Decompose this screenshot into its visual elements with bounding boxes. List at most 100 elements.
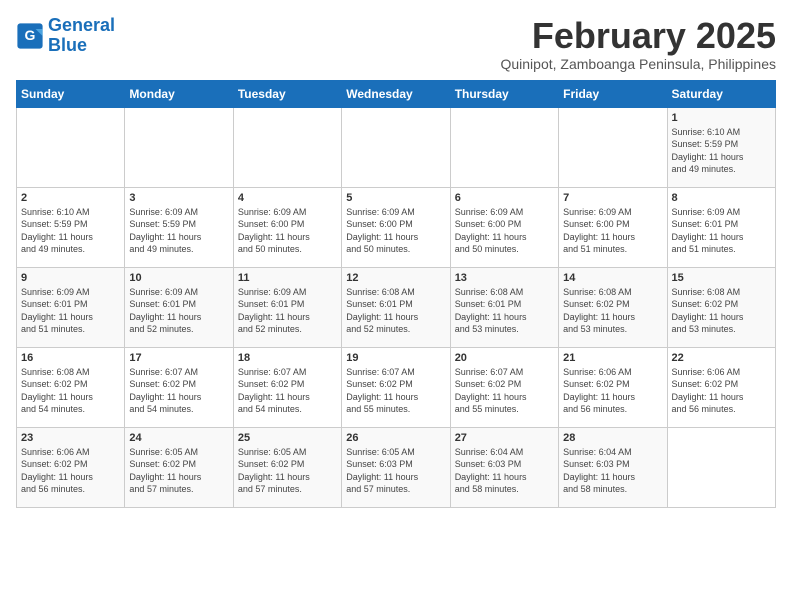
title-block: February 2025 Quinipot, Zamboanga Penins… (500, 16, 776, 72)
day-number: 19 (346, 352, 445, 364)
calendar-cell: 14 Sunrise: 6:08 AM Sunset: 6:02 PM Dayli… (559, 267, 667, 347)
calendar-cell: 20 Sunrise: 6:07 AM Sunset: 6:02 PM Dayli… (450, 347, 558, 427)
day-info: Sunrise: 6:09 AM Sunset: 6:01 PM Dayligh… (21, 286, 120, 336)
day-number: 6 (455, 192, 554, 204)
calendar-cell: 18Sunrise: 6:07 AM Sunset: 6:02 PM Dayli… (233, 347, 341, 427)
calendar-cell (559, 107, 667, 187)
logo: G General Blue (16, 16, 115, 56)
weekday-header: Monday (125, 80, 233, 107)
weekday-header: Saturday (667, 80, 775, 107)
calendar-cell: 17Sunrise: 6:07 AM Sunset: 6:02 PM Dayli… (125, 347, 233, 427)
day-number: 8 (672, 192, 771, 204)
calendar-cell: 6 Sunrise: 6:09 AM Sunset: 6:00 PM Daylig… (450, 187, 558, 267)
day-number: 22 (672, 352, 771, 364)
calendar-cell: 22 Sunrise: 6:06 AM Sunset: 6:02 PM Dayli… (667, 347, 775, 427)
day-number: 24 (129, 432, 228, 444)
day-number: 15 (672, 272, 771, 284)
calendar-cell: 13 Sunrise: 6:08 AM Sunset: 6:01 PM Dayli… (450, 267, 558, 347)
day-info: Sunrise: 6:10 AM Sunset: 5:59 PM Dayligh… (672, 126, 771, 176)
calendar-cell (667, 427, 775, 507)
day-info: Sunrise: 6:09 AM Sunset: 6:01 PM Dayligh… (129, 286, 228, 336)
day-number: 13 (455, 272, 554, 284)
day-number: 20 (455, 352, 554, 364)
day-info: Sunrise: 6:08 AM Sunset: 6:02 PM Dayligh… (563, 286, 662, 336)
logo-icon: G (16, 22, 44, 50)
day-info: Sunrise: 6:06 AM Sunset: 6:02 PM Dayligh… (672, 366, 771, 416)
day-number: 16 (21, 352, 120, 364)
weekday-header: Tuesday (233, 80, 341, 107)
calendar-title: February 2025 (500, 16, 776, 56)
day-info: Sunrise: 6:05 AM Sunset: 6:02 PM Dayligh… (238, 446, 337, 496)
day-number: 12 (346, 272, 445, 284)
calendar-cell: 28 Sunrise: 6:04 AM Sunset: 6:03 PM Dayli… (559, 427, 667, 507)
calendar-cell: 19 Sunrise: 6:07 AM Sunset: 6:02 PM Dayli… (342, 347, 450, 427)
day-info: Sunrise: 6:08 AM Sunset: 6:01 PM Dayligh… (346, 286, 445, 336)
day-number: 21 (563, 352, 662, 364)
weekday-header: Friday (559, 80, 667, 107)
weekday-header: Sunday (17, 80, 125, 107)
calendar-cell (17, 107, 125, 187)
day-info: Sunrise: 6:05 AM Sunset: 6:02 PM Dayligh… (129, 446, 228, 496)
day-number: 10 (129, 272, 228, 284)
calendar-cell: 25 Sunrise: 6:05 AM Sunset: 6:02 PM Dayli… (233, 427, 341, 507)
calendar-cell: 1 Sunrise: 6:10 AM Sunset: 5:59 PM Daylig… (667, 107, 775, 187)
day-info: Sunrise: 6:09 AM Sunset: 6:00 PM Dayligh… (346, 206, 445, 256)
day-info: Sunrise: 6:09 AM Sunset: 6:01 PM Dayligh… (238, 286, 337, 336)
day-number: 1 (672, 112, 771, 124)
day-number: 4 (238, 192, 337, 204)
day-info: Sunrise: 6:09 AM Sunset: 6:00 PM Dayligh… (563, 206, 662, 256)
day-info: Sunrise: 6:04 AM Sunset: 6:03 PM Dayligh… (455, 446, 554, 496)
calendar-table: SundayMondayTuesdayWednesdayThursdayFrid… (16, 80, 776, 508)
calendar-cell: 11 Sunrise: 6:09 AM Sunset: 6:01 PM Dayli… (233, 267, 341, 347)
day-info: Sunrise: 6:07 AM Sunset: 6:02 PM Dayligh… (455, 366, 554, 416)
day-info: Sunrise: 6:04 AM Sunset: 6:03 PM Dayligh… (563, 446, 662, 496)
day-number: 27 (455, 432, 554, 444)
calendar-cell: 8 Sunrise: 6:09 AM Sunset: 6:01 PM Daylig… (667, 187, 775, 267)
calendar-cell (342, 107, 450, 187)
weekday-header: Thursday (450, 80, 558, 107)
day-info: Sunrise: 6:09 AM Sunset: 5:59 PM Dayligh… (129, 206, 228, 256)
calendar-cell: 5 Sunrise: 6:09 AM Sunset: 6:00 PM Daylig… (342, 187, 450, 267)
day-info: Sunrise: 6:09 AM Sunset: 6:00 PM Dayligh… (238, 206, 337, 256)
day-info: Sunrise: 6:08 AM Sunset: 6:02 PM Dayligh… (672, 286, 771, 336)
calendar-header: SundayMondayTuesdayWednesdayThursdayFrid… (17, 80, 776, 107)
day-number: 25 (238, 432, 337, 444)
day-number: 14 (563, 272, 662, 284)
logo-text: General Blue (48, 16, 115, 56)
weekday-header: Wednesday (342, 80, 450, 107)
day-number: 18 (238, 352, 337, 364)
day-info: Sunrise: 6:09 AM Sunset: 6:00 PM Dayligh… (455, 206, 554, 256)
day-number: 26 (346, 432, 445, 444)
day-number: 28 (563, 432, 662, 444)
calendar-cell: 3 Sunrise: 6:09 AM Sunset: 5:59 PM Daylig… (125, 187, 233, 267)
day-info: Sunrise: 6:07 AM Sunset: 6:02 PM Dayligh… (346, 366, 445, 416)
day-number: 5 (346, 192, 445, 204)
calendar-cell: 7 Sunrise: 6:09 AM Sunset: 6:00 PM Daylig… (559, 187, 667, 267)
calendar-cell: 24 Sunrise: 6:05 AM Sunset: 6:02 PM Dayli… (125, 427, 233, 507)
page-header: G General Blue February 2025 Quinipot, Z… (16, 16, 776, 72)
day-number: 7 (563, 192, 662, 204)
calendar-subtitle: Quinipot, Zamboanga Peninsula, Philippin… (500, 56, 776, 72)
day-info: Sunrise: 6:08 AM Sunset: 6:01 PM Dayligh… (455, 286, 554, 336)
svg-text:G: G (25, 27, 36, 43)
day-info: Sunrise: 6:06 AM Sunset: 6:02 PM Dayligh… (21, 446, 120, 496)
day-number: 17 (129, 352, 228, 364)
day-number: 2 (21, 192, 120, 204)
day-number: 3 (129, 192, 228, 204)
day-number: 23 (21, 432, 120, 444)
calendar-cell: 16 Sunrise: 6:08 AM Sunset: 6:02 PM Dayli… (17, 347, 125, 427)
day-info: Sunrise: 6:09 AM Sunset: 6:01 PM Dayligh… (672, 206, 771, 256)
day-info: Sunrise: 6:08 AM Sunset: 6:02 PM Dayligh… (21, 366, 120, 416)
calendar-body: 1 Sunrise: 6:10 AM Sunset: 5:59 PM Daylig… (17, 107, 776, 507)
day-info: Sunrise: 6:10 AM Sunset: 5:59 PM Dayligh… (21, 206, 120, 256)
day-info: Sunrise: 6:06 AM Sunset: 6:02 PM Dayligh… (563, 366, 662, 416)
calendar-cell: 26 Sunrise: 6:05 AM Sunset: 6:03 PM Dayli… (342, 427, 450, 507)
calendar-cell: 10 Sunrise: 6:09 AM Sunset: 6:01 PM Dayli… (125, 267, 233, 347)
calendar-cell: 9Sunrise: 6:09 AM Sunset: 6:01 PM Daylig… (17, 267, 125, 347)
calendar-cell: 4 Sunrise: 6:09 AM Sunset: 6:00 PM Daylig… (233, 187, 341, 267)
day-info: Sunrise: 6:05 AM Sunset: 6:03 PM Dayligh… (346, 446, 445, 496)
calendar-cell (233, 107, 341, 187)
calendar-cell: 27 Sunrise: 6:04 AM Sunset: 6:03 PM Dayli… (450, 427, 558, 507)
day-number: 11 (238, 272, 337, 284)
calendar-cell (450, 107, 558, 187)
